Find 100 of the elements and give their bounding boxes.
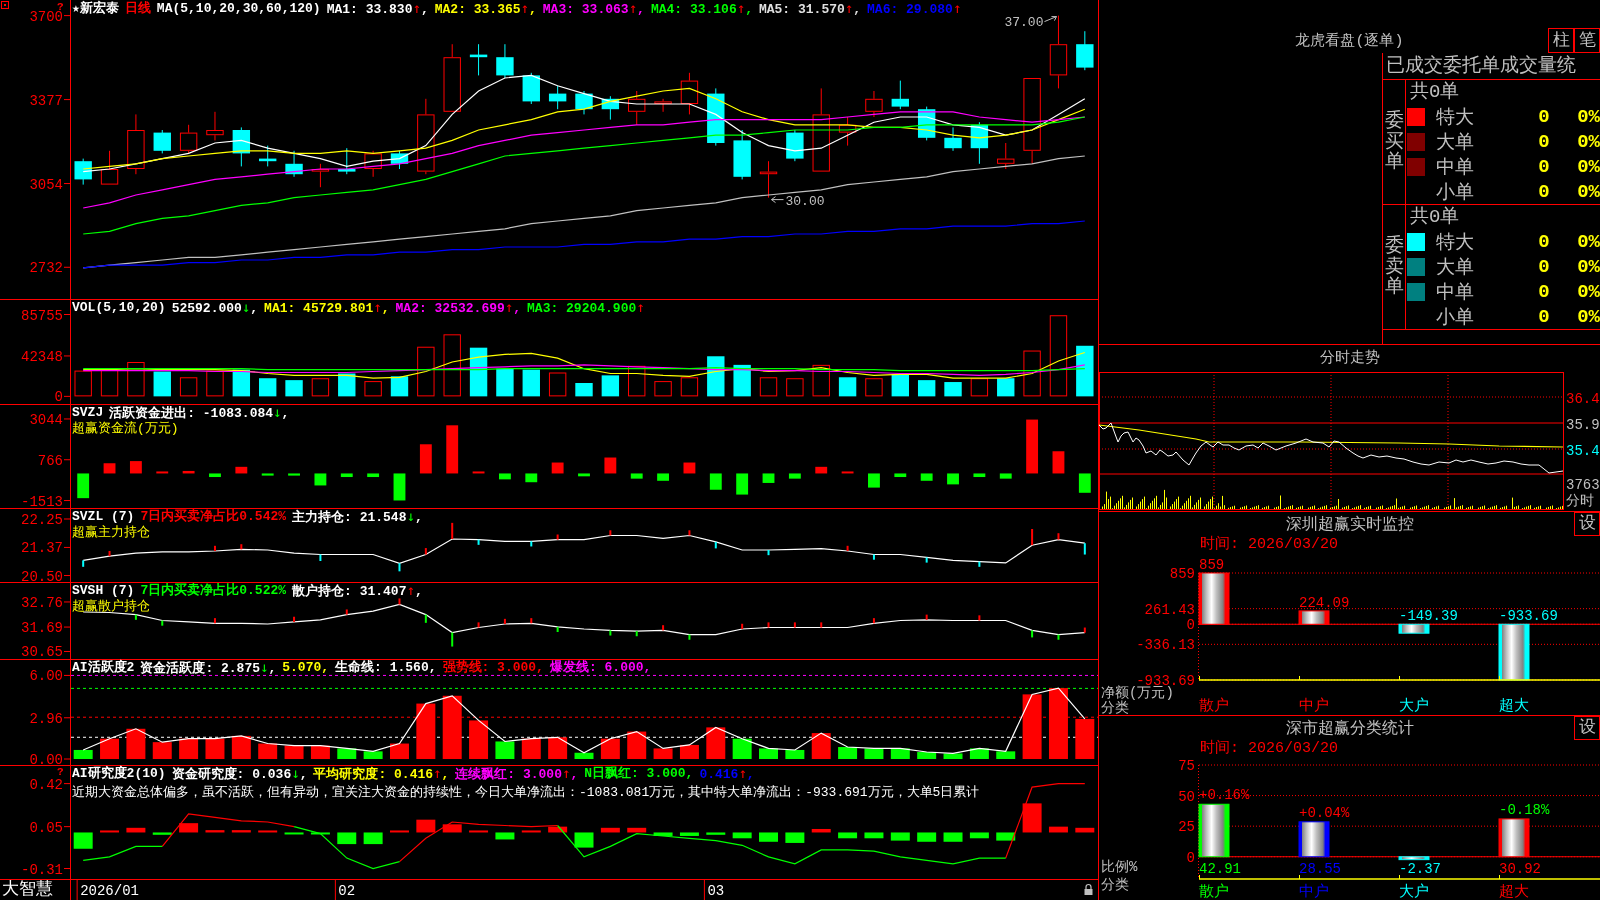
brand-label: 大智慧 bbox=[2, 880, 53, 899]
legend-text: 平均研究度: 0.416↑, bbox=[313, 766, 450, 782]
legend-text: MA2: 33.365↑, bbox=[434, 1, 537, 17]
legend-text: 52592.000↓, bbox=[171, 300, 259, 316]
axis-label: 0 bbox=[54, 389, 63, 404]
order-size-label: 大单 bbox=[1435, 131, 1475, 155]
axis-label: 3763 bbox=[1566, 477, 1600, 493]
legend-text: 主力持仓: 21.548↓, bbox=[292, 509, 423, 525]
axis-label: 0.42 bbox=[29, 776, 63, 793]
order-count: 0 bbox=[1537, 231, 1551, 253]
axis-label: -1513 bbox=[21, 493, 63, 508]
category-label: 大户 bbox=[1399, 884, 1429, 900]
order-count: 0 bbox=[1537, 156, 1551, 178]
legend-text: 生命线: 1.560, bbox=[335, 660, 437, 676]
value-label: 224.09 bbox=[1299, 594, 1350, 611]
category-label: 中户 bbox=[1299, 698, 1329, 715]
legend-text: SVZJ bbox=[72, 405, 104, 421]
value-label: 28.55 bbox=[1299, 861, 1341, 877]
axis-label: 分时 bbox=[1566, 493, 1594, 509]
value-label: -149.39 bbox=[1399, 608, 1458, 625]
legend-text: AI研究度2(10) bbox=[72, 766, 166, 782]
order-count: 0 bbox=[1537, 256, 1551, 278]
order-size-label: 小单 bbox=[1435, 306, 1475, 330]
category-label: 超大 bbox=[1499, 698, 1529, 715]
axis-label: 2732 bbox=[29, 260, 63, 277]
axis-label: 20.50 bbox=[21, 568, 63, 582]
category-label: 散户 bbox=[1199, 698, 1229, 715]
date-label: 2026/01 bbox=[80, 883, 139, 899]
legend-text: 活跃资金进出: -1083.084↓, bbox=[109, 405, 290, 421]
axis-label: 0.05 bbox=[29, 819, 63, 836]
price-annotation: 30.00 bbox=[785, 193, 825, 209]
axis-label: 3044 bbox=[29, 411, 63, 428]
legend-text: 爆发线: 6.000, bbox=[549, 660, 652, 676]
change-label: +0.04% bbox=[1299, 804, 1350, 821]
order-count: 0 bbox=[1537, 281, 1551, 303]
legend-text: N日飘红: 3.000, bbox=[584, 766, 694, 782]
axis-label: 50 bbox=[1178, 788, 1195, 805]
legend-text: MA3: 29204.900↑ bbox=[527, 300, 645, 316]
axis-label: 261.43 bbox=[1144, 601, 1195, 618]
group-label: 委买单 bbox=[1384, 110, 1404, 174]
panel-title: 分时走势 bbox=[1318, 348, 1381, 369]
order-count: 0 bbox=[1537, 181, 1551, 203]
legend-text: 资金活跃度: 2.875↓, bbox=[140, 660, 277, 676]
category-label: 中户 bbox=[1299, 884, 1329, 900]
legend-text: 5.070, bbox=[282, 660, 330, 676]
value-label: 30.92 bbox=[1499, 861, 1541, 877]
legend-text: 强势线: 3.000, bbox=[442, 660, 544, 676]
axis-title: 分类 bbox=[1101, 700, 1129, 715]
change-label: -0.18% bbox=[1499, 801, 1550, 818]
order-percent: 0% bbox=[1576, 281, 1600, 303]
axis-label: 859 bbox=[1169, 566, 1195, 582]
value-label: 859 bbox=[1199, 557, 1225, 573]
legend-text: MA3: 33.063↑, bbox=[542, 1, 645, 17]
order-size-label: 小单 bbox=[1435, 181, 1475, 205]
axis-label: 75 bbox=[1178, 758, 1195, 774]
axis-label: 36.4 bbox=[1566, 391, 1600, 407]
order-percent: 0% bbox=[1576, 231, 1600, 253]
timestamp: 时间: 2026/03/20 bbox=[1199, 536, 1340, 553]
axis-label: 31.69 bbox=[21, 620, 63, 637]
legend-text: AI活跃度2 bbox=[72, 660, 135, 676]
axis-label: 0.00 bbox=[29, 752, 63, 765]
axis-label: 0 bbox=[1186, 849, 1195, 866]
legend-text: VOL(5,10,20) bbox=[72, 300, 166, 316]
legend-text: MA4: 33.106↑, bbox=[650, 1, 753, 17]
legend-text: 连续飘红: 3.000↑, bbox=[455, 766, 579, 782]
axis-title: 分类 bbox=[1101, 877, 1129, 893]
axis-label: 35.4 bbox=[1566, 443, 1600, 459]
legend-text: 7日内买卖净占比0.542% bbox=[140, 509, 287, 525]
timestamp: 时间: 2026/03/20 bbox=[1199, 740, 1340, 757]
legend-text: SVZL (7) bbox=[72, 509, 135, 525]
legend-text: MA5: 31.570↑, bbox=[758, 1, 862, 17]
order-total: 共0单 bbox=[1409, 205, 1461, 229]
indicator-caption: 超赢主力持仓 bbox=[72, 525, 150, 540]
value-label: -933.69 bbox=[1499, 608, 1558, 625]
axis-label: 32.76 bbox=[21, 594, 63, 611]
order-count: 0 bbox=[1537, 131, 1551, 153]
legend-text: 散户持仓: 31.407↑, bbox=[292, 583, 423, 599]
legend-text: 资金研究度: 0.036↓, bbox=[171, 766, 308, 782]
order-size-label: 中单 bbox=[1435, 281, 1475, 305]
legend-text: 7日内买卖净占比0.522% bbox=[140, 583, 287, 599]
order-percent: 0% bbox=[1576, 306, 1600, 328]
order-percent: 0% bbox=[1576, 131, 1600, 153]
axis-label: 30.65 bbox=[21, 644, 63, 659]
indicator-caption: 超赢散户持仓 bbox=[72, 599, 150, 614]
axis-title: 净额(万元) bbox=[1101, 685, 1174, 701]
category-label: 散户 bbox=[1199, 884, 1229, 900]
order-total: 共0单 bbox=[1409, 80, 1461, 104]
order-size-label: 特大 bbox=[1435, 106, 1475, 130]
category-label: 大户 bbox=[1399, 698, 1429, 715]
axis-label: 35.9 bbox=[1566, 417, 1600, 433]
legend-text: 日线 bbox=[124, 1, 151, 17]
order-size-label: 特大 bbox=[1435, 231, 1475, 255]
axis-label: 85755 bbox=[21, 307, 63, 324]
category-label: 超大 bbox=[1499, 884, 1529, 900]
axis-label: 42348 bbox=[21, 348, 63, 365]
legend-text: MA(5,10,20,30,60,120) bbox=[156, 1, 321, 17]
legend-text: MA1: 33.830↑, bbox=[326, 1, 429, 17]
legend-text: 0.416↑, bbox=[699, 766, 755, 782]
legend-text: MA2: 32532.699↑, bbox=[395, 300, 522, 316]
axis-label: 0 bbox=[1186, 617, 1195, 634]
